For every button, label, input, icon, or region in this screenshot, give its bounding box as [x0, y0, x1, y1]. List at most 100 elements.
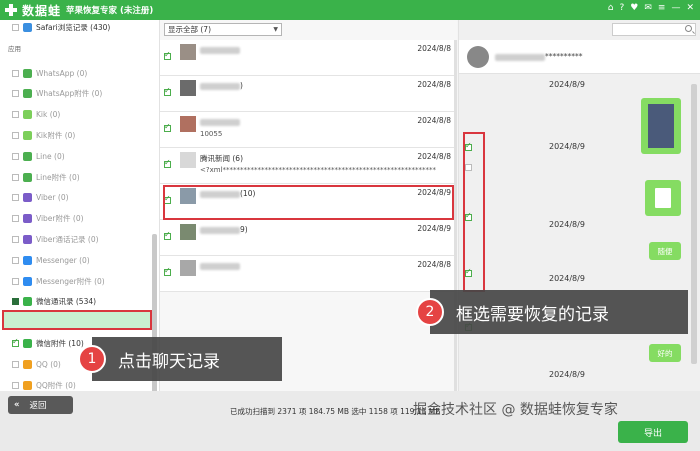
checkbox[interactable]	[164, 230, 171, 240]
avatar	[180, 116, 196, 132]
safari-icon	[23, 22, 32, 32]
selected-messages-highlight	[463, 132, 485, 292]
close-icon[interactable]: ✕	[686, 3, 694, 13]
app-icon	[23, 380, 32, 390]
sidebar-item[interactable]: Line (0)	[12, 149, 65, 163]
back-button[interactable]: « 返回	[8, 396, 73, 414]
table-row[interactable]: 2024/8/8	[160, 40, 455, 76]
checkbox[interactable]	[12, 256, 19, 264]
checkbox[interactable]	[12, 360, 19, 368]
conversation-preview: 10055	[200, 130, 223, 138]
step-number-badge: 1	[78, 345, 106, 373]
table-row[interactable]: 10055 2024/8/8	[160, 112, 455, 148]
table-row[interactable]: ) 2024/8/8	[160, 76, 455, 112]
sidebar-item[interactable]: Viber通话记录 (0)	[12, 232, 99, 246]
sidebar-item[interactable]: 微信附件 (10)	[12, 336, 84, 350]
home-icon[interactable]: ⌂	[608, 3, 614, 13]
chat-scrollbar[interactable]	[691, 84, 697, 364]
export-label: 导出	[643, 428, 662, 439]
message-icon[interactable]: ✉	[644, 3, 652, 13]
app-icon	[23, 110, 32, 120]
app-icon	[23, 172, 32, 182]
checkbox[interactable]	[12, 194, 19, 202]
sidebar-item-label: Viber通话记录 (0)	[36, 234, 99, 244]
checkbox[interactable]	[12, 152, 19, 160]
checkbox[interactable]	[12, 131, 19, 139]
text-message[interactable]: 好的	[649, 344, 681, 362]
sidebar-item-label: Viber (0)	[36, 193, 69, 203]
sidebar-item[interactable]: Viber (0)	[12, 191, 69, 205]
sidebar-item[interactable]: Viber附件 (0)	[12, 212, 84, 226]
app-icon	[23, 276, 32, 286]
sidebar-item[interactable]: Messenger (0)	[12, 253, 90, 267]
app-icon	[23, 193, 32, 203]
export-button[interactable]: 导出	[618, 421, 688, 443]
conversation-name	[200, 117, 240, 126]
checkbox[interactable]	[12, 173, 19, 181]
table-row[interactable]: 2024/8/8	[160, 256, 455, 292]
sidebar-item-label: Messenger附件 (0)	[36, 276, 105, 286]
sidebar-item[interactable]: QQ (0)	[12, 357, 61, 371]
checkbox[interactable]	[12, 111, 19, 119]
sidebar-item[interactable]: WhatsApp附件 (0)	[12, 87, 102, 101]
feedback-icon[interactable]: ?	[620, 3, 625, 13]
table-row[interactable]: 9) 2024/8/9	[160, 220, 455, 256]
checkbox[interactable]	[12, 337, 19, 347]
checkbox[interactable]	[12, 215, 19, 223]
app-logo: 数据蛙	[4, 2, 61, 18]
sidebar-item[interactable]: 微信通讯录 (534)	[12, 295, 96, 309]
checkbox[interactable]	[164, 122, 171, 132]
sidebar-item-label: 微信通讯录 (534)	[36, 297, 97, 307]
conversation-date: 2024/8/8	[417, 44, 451, 53]
sidebar-item[interactable]: QQ附件 (0)	[12, 378, 76, 392]
minimize-icon[interactable]: —	[671, 3, 680, 13]
sidebar-item-label: Safari浏览记录 (430)	[36, 22, 111, 32]
text-message[interactable]: 随便	[649, 242, 681, 260]
menu-icon[interactable]: ≡	[658, 3, 666, 13]
checkbox[interactable]	[12, 69, 19, 77]
help-icon[interactable]: ♥	[630, 3, 638, 13]
avatar	[180, 260, 196, 276]
contact-name: **********	[495, 52, 583, 61]
image-message[interactable]	[641, 98, 681, 154]
app-icon	[23, 234, 32, 244]
app-icon	[23, 359, 32, 369]
conversation-name: 腾讯新闻 (6)	[200, 154, 244, 163]
file-message[interactable]	[645, 180, 681, 216]
sidebar-item-label: Kik附件 (0)	[36, 130, 76, 140]
search-icon	[685, 25, 692, 32]
sidebar-item[interactable]: Line附件 (0)	[12, 170, 80, 184]
app-window: 数据蛙 苹果恢复专家 (未注册) ⌂? ♥ ✉ ≡ — ✕ Safari浏览记录 (430…	[0, 0, 700, 451]
sidebar-item[interactable]: Kik附件 (0)	[12, 128, 75, 142]
sidebar-item-safari-history[interactable]: Safari浏览记录 (430)	[12, 20, 110, 34]
checkbox[interactable]	[12, 23, 19, 31]
category-sidebar: Safari浏览记录 (430) 应用 WhatsApp (0) WhatsApp…	[0, 20, 160, 411]
message-date: 2024/8/9	[549, 370, 585, 379]
checkbox[interactable]	[164, 266, 171, 276]
app-icon	[23, 338, 32, 348]
conversation-name: )	[200, 81, 243, 90]
checkbox[interactable]	[12, 235, 19, 243]
step-number-badge: 2	[416, 298, 444, 326]
sidebar-item[interactable]: WhatsApp (0)	[12, 66, 87, 80]
table-row[interactable]: 腾讯新闻 (6) <?xml***************************…	[160, 148, 455, 184]
search-input[interactable]	[612, 23, 696, 36]
sidebar-item[interactable]: Messenger附件 (0)	[12, 274, 105, 288]
checkbox[interactable]	[164, 158, 171, 168]
checkbox[interactable]	[12, 90, 19, 98]
file-icon	[655, 188, 671, 208]
checkbox[interactable]	[12, 381, 19, 389]
conversation-name	[200, 261, 240, 270]
checkbox[interactable]	[164, 86, 171, 96]
app-icon	[23, 89, 32, 99]
checkbox[interactable]	[12, 277, 19, 285]
app-icon	[23, 297, 32, 307]
selected-row-highlight	[163, 185, 454, 220]
checkbox[interactable]	[12, 298, 19, 306]
filter-dropdown[interactable]: 显示全部 (7) ▼	[164, 23, 282, 36]
callout-step-2: 2 框选需要恢复的记录	[416, 290, 688, 334]
checkbox[interactable]	[164, 50, 171, 60]
app-icon	[23, 255, 32, 265]
list-scrollbar[interactable]	[454, 40, 457, 391]
sidebar-item[interactable]: Kik (0)	[12, 108, 60, 122]
